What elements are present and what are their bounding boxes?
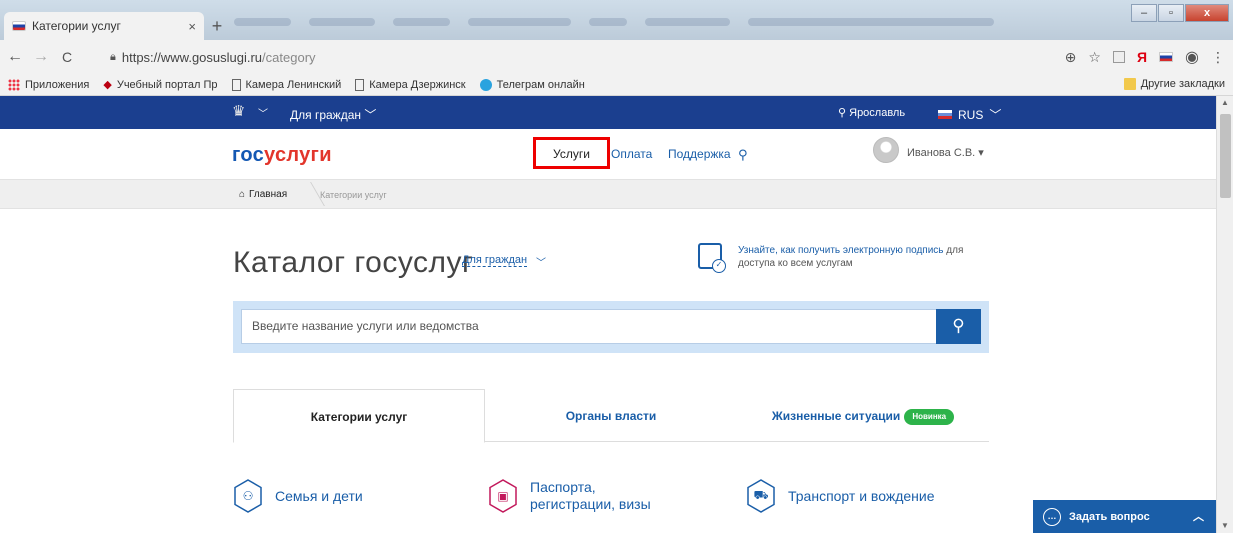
tab-categories[interactable]: Категории услуг	[233, 389, 485, 443]
browser-title-bar: Категории услуг × + – ▫ x	[0, 0, 1233, 40]
category-label: Транспорт и вождение	[788, 488, 935, 504]
url-field[interactable]: 🔒︎ https://www.gosuslugi.ru/category	[110, 46, 1050, 68]
window-controls: – ▫ x	[1131, 4, 1229, 22]
e-signature-info[interactable]: Узнайте, как получить электронную подпис…	[738, 244, 978, 270]
folder-icon	[1123, 78, 1136, 90]
reload-button[interactable]: C	[56, 49, 78, 65]
stroller-icon: ⚇	[233, 479, 263, 513]
other-bookmarks[interactable]: Другие закладки	[1123, 78, 1225, 90]
category-transport[interactable]: ⛟ Транспорт и вождение	[746, 479, 935, 513]
category-passport[interactable]: ▣ Паспорта, регистрации, визы	[488, 479, 651, 513]
site-header: госуслуги Услуги Оплата Поддержка ⚲ Иван…	[0, 129, 1216, 179]
flag-icon	[938, 110, 952, 119]
user-menu[interactable]: Иванова С.В. ▾	[907, 146, 984, 159]
audience-selector[interactable]: Для граждан ﹀	[290, 106, 376, 123]
gosuslugi-logo[interactable]: госуслуги	[232, 144, 332, 167]
page-content: ♛ ﹀ Для граждан ﹀ ⚲ Ярославль RUS ﹀ госу…	[0, 96, 1216, 533]
chevron-down-icon[interactable]: ﹀	[258, 105, 268, 120]
lock-icon: 🔒︎	[110, 50, 116, 63]
maximize-button[interactable]: ▫	[1158, 4, 1184, 22]
close-window-button[interactable]: x	[1185, 4, 1229, 22]
bookmark-star-icon[interactable]: ☆	[1088, 49, 1101, 66]
page-title: Каталог госуслуг	[233, 246, 474, 279]
page-icon	[231, 78, 241, 91]
url-text: https://www.gosuslugi.ru/category	[121, 49, 316, 65]
nav-services[interactable]: Услуги	[553, 147, 590, 161]
city-selector[interactable]: ⚲ Ярославль	[838, 106, 905, 119]
coat-of-arms-icon[interactable]: ♛	[232, 102, 250, 120]
graduation-cap-icon: ◆	[103, 79, 112, 91]
browser-tab[interactable]: Категории услуг ×	[4, 12, 204, 40]
browser-menu-icon[interactable]: ⋮	[1211, 49, 1225, 66]
avatar[interactable]	[873, 137, 899, 163]
zoom-icon[interactable]: ⊕	[1065, 49, 1077, 66]
minimize-button[interactable]: –	[1131, 4, 1157, 22]
blurred-tabs	[234, 18, 995, 30]
tab-close-icon[interactable]: ×	[188, 19, 196, 34]
extension-icon[interactable]	[1112, 51, 1125, 63]
top-navigation: ♛ ﹀ Для граждан ﹀ ⚲ Ярославль RUS ﹀	[0, 96, 1216, 129]
favicon-icon	[12, 21, 26, 31]
page-icon	[355, 78, 365, 91]
bookmark-telegram[interactable]: Телеграм онлайн	[479, 78, 585, 91]
search-input[interactable]: Введите название услуги или ведомства	[241, 309, 937, 344]
bookmarks-bar: Приложения ◆ Учебный портал Пр Камера Лен…	[0, 74, 1233, 96]
tab-life-situations[interactable]: Жизненные ситуации Новинка	[737, 389, 989, 442]
search-icon: ⚲	[952, 316, 965, 335]
language-flag-icon[interactable]	[1159, 52, 1174, 62]
catalog-tabs: Категории услуг Органы власти Жизненные …	[233, 389, 989, 443]
ask-question-button[interactable]: … Задать вопрос ︿	[1033, 500, 1216, 533]
breadcrumb-home[interactable]: ⌂ Главная	[239, 189, 287, 200]
breadcrumb: ⌂ Главная Категории услуг	[0, 179, 1216, 209]
chevron-up-icon[interactable]: ︿	[1193, 508, 1204, 524]
apps-icon	[8, 78, 20, 91]
new-tab-button[interactable]: +	[206, 16, 228, 36]
telegram-icon	[479, 78, 492, 91]
chevron-down-icon[interactable]: ﹀	[536, 254, 546, 269]
car-icon: ⛟	[746, 479, 776, 513]
tab-authorities[interactable]: Органы власти	[485, 389, 737, 442]
profile-icon[interactable]: ◉	[1185, 47, 1199, 67]
category-label: Семья и дети	[275, 488, 363, 504]
chat-bubble-icon: …	[1043, 507, 1061, 526]
bookmark-camera-dzerzhinsky[interactable]: Камера Дзержинск	[355, 78, 466, 91]
e-signature-icon	[698, 243, 726, 273]
nav-payment[interactable]: Оплата	[611, 147, 652, 161]
search-panel: Введите название услуги или ведомства ⚲	[233, 301, 989, 353]
page-scrollbar[interactable]: ▲ ▼	[1216, 96, 1233, 533]
breadcrumb-current: Категории услуг	[320, 190, 387, 200]
forward-button[interactable]: →	[30, 48, 52, 66]
category-label: Паспорта, регистрации, визы	[530, 479, 651, 512]
toolbar-icons: ⊕ ☆ Я ◉ ⋮	[1065, 47, 1225, 67]
scroll-up-icon[interactable]: ▲	[1217, 96, 1233, 110]
search-button[interactable]: ⚲	[936, 309, 981, 344]
passport-icon: ▣	[488, 479, 518, 513]
audience-dropdown[interactable]: Для граждан	[462, 254, 528, 267]
bookmark-camera-leninsky[interactable]: Камера Ленинский	[231, 78, 341, 91]
scroll-down-icon[interactable]: ▼	[1217, 519, 1233, 533]
search-icon[interactable]: ⚲	[738, 147, 748, 163]
language-selector[interactable]: RUS ﹀	[938, 106, 1001, 123]
tab-title: Категории услуг	[32, 19, 121, 33]
bookmark-apps[interactable]: Приложения	[8, 78, 89, 91]
scroll-thumb[interactable]	[1220, 114, 1231, 198]
category-family[interactable]: ⚇ Семья и дети	[233, 479, 363, 513]
home-icon: ⌂	[239, 189, 246, 200]
back-button[interactable]: ←	[4, 48, 26, 66]
yandex-icon[interactable]: Я	[1137, 49, 1147, 65]
bookmark-study-portal[interactable]: ◆ Учебный портал Пр	[103, 78, 217, 92]
address-bar: ← → C 🔒︎ https://www.gosuslugi.ru/catego…	[0, 40, 1233, 74]
nav-support[interactable]: Поддержка	[668, 147, 731, 161]
new-badge: Новинка	[904, 408, 955, 425]
